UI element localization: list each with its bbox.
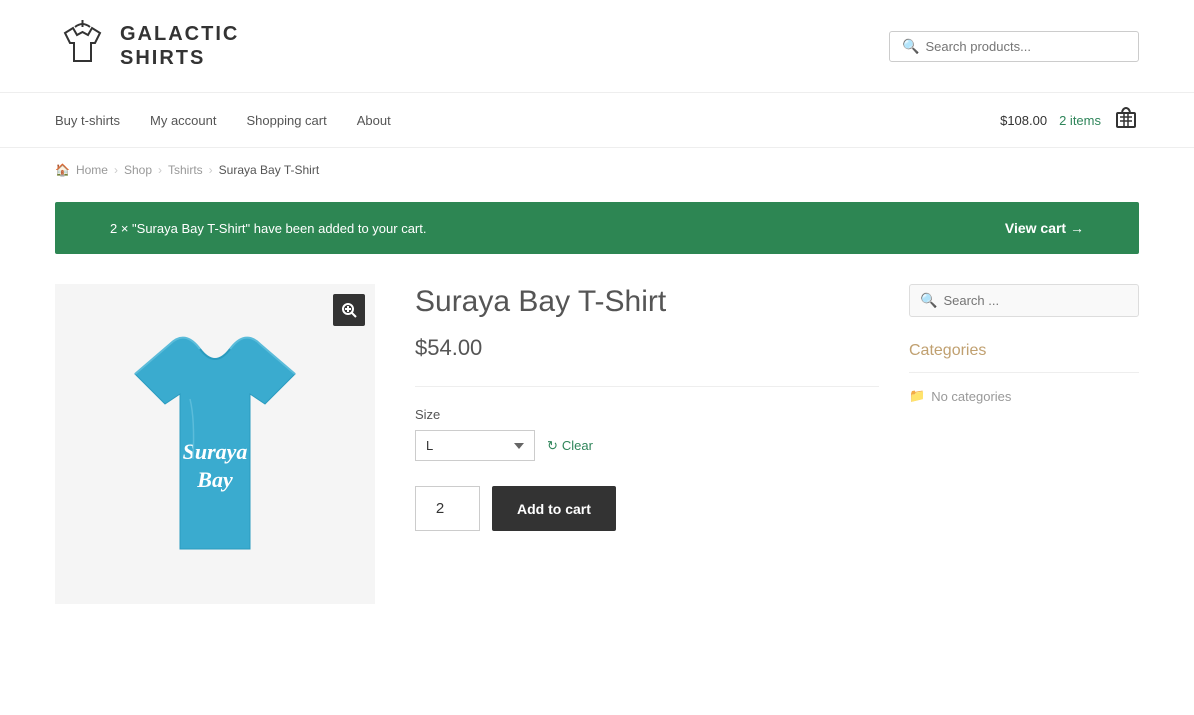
- product-details: Suraya Bay T-Shirt $54.00 Size S M L XL …: [415, 284, 879, 604]
- product-price: $54.00: [415, 335, 879, 361]
- cart-items-count: 2 items: [1059, 113, 1101, 128]
- view-cart-button[interactable]: View cart →: [1005, 220, 1084, 236]
- zoom-button[interactable]: [333, 294, 365, 326]
- main-content: Suraya Bay Suraya Bay T-Shirt $54.00 Siz…: [0, 274, 1194, 644]
- breadcrumb-home[interactable]: Home: [76, 163, 108, 177]
- size-row: S M L XL XXL ↻ Clear: [415, 430, 879, 461]
- categories-divider: [909, 372, 1139, 373]
- main-nav: Buy t-shirts My account Shopping cart Ab…: [0, 93, 1194, 148]
- size-label: Size: [415, 407, 879, 422]
- sidebar: 🔍 Categories 📁 No categories: [909, 284, 1139, 604]
- breadcrumb: 🏠 Home › Shop › Tshirts › Suraya Bay T-S…: [0, 148, 1194, 192]
- product-title: Suraya Bay T-Shirt: [415, 284, 879, 320]
- product-section: Suraya Bay Suraya Bay T-Shirt $54.00 Siz…: [55, 284, 879, 604]
- nav-link-buy-tshirts[interactable]: Buy t-shirts: [55, 113, 120, 128]
- no-categories-label: No categories: [931, 389, 1011, 404]
- nav-link-shopping-cart[interactable]: Shopping cart: [247, 113, 327, 128]
- notification-bar: 2 × "Suraya Bay T-Shirt" have been added…: [55, 202, 1139, 254]
- breadcrumb-shop[interactable]: Shop: [124, 163, 152, 177]
- logo-icon: [55, 15, 110, 77]
- product-image-wrap: Suraya Bay: [55, 284, 375, 604]
- size-section: Size S M L XL XXL ↻ Clear: [415, 407, 879, 461]
- breadcrumb-sep-2: ›: [158, 163, 162, 177]
- quantity-input[interactable]: [415, 486, 480, 531]
- sidebar-search-input[interactable]: [943, 293, 1128, 308]
- product-image: Suraya Bay: [105, 319, 325, 569]
- breadcrumb-current: Suraya Bay T-Shirt: [219, 163, 320, 177]
- header: GALACTIC SHIRTS 🔍: [0, 0, 1194, 93]
- refresh-icon: ↻: [547, 438, 558, 454]
- nav-link-about[interactable]: About: [357, 113, 391, 128]
- cart-icon-button[interactable]: [1113, 104, 1139, 136]
- header-search-input[interactable]: [925, 39, 1126, 54]
- categories-title: Categories: [909, 342, 1139, 360]
- folder-icon: 📁: [909, 388, 925, 404]
- home-icon: 🏠: [55, 163, 70, 177]
- add-to-cart-button[interactable]: Add to cart: [492, 486, 616, 531]
- svg-text:Suraya: Suraya: [183, 439, 248, 464]
- search-icon: 🔍: [902, 38, 919, 55]
- no-categories: 📁 No categories: [909, 388, 1139, 404]
- site-logo[interactable]: GALACTIC SHIRTS: [55, 15, 239, 77]
- svg-text:Bay: Bay: [196, 467, 233, 492]
- cart-total: $108.00: [1000, 113, 1047, 128]
- breadcrumb-tshirts[interactable]: Tshirts: [168, 163, 203, 177]
- clear-button[interactable]: ↻ Clear: [547, 438, 593, 454]
- nav-links: Buy t-shirts My account Shopping cart Ab…: [55, 113, 391, 128]
- site-name: GALACTIC SHIRTS: [120, 22, 239, 70]
- divider-1: [415, 386, 879, 387]
- clear-label: Clear: [562, 438, 593, 453]
- header-search-box[interactable]: 🔍: [889, 31, 1139, 62]
- sidebar-search-icon: 🔍: [920, 292, 937, 309]
- breadcrumb-sep-3: ›: [209, 163, 213, 177]
- breadcrumb-sep-1: ›: [114, 163, 118, 177]
- notification-message: 2 × "Suraya Bay T-Shirt" have been added…: [110, 221, 426, 236]
- cart-area: $108.00 2 items: [1000, 104, 1139, 136]
- size-select[interactable]: S M L XL XXL: [415, 430, 535, 461]
- cart-row: Add to cart: [415, 486, 879, 531]
- nav-link-my-account[interactable]: My account: [150, 113, 216, 128]
- sidebar-search-box[interactable]: 🔍: [909, 284, 1139, 317]
